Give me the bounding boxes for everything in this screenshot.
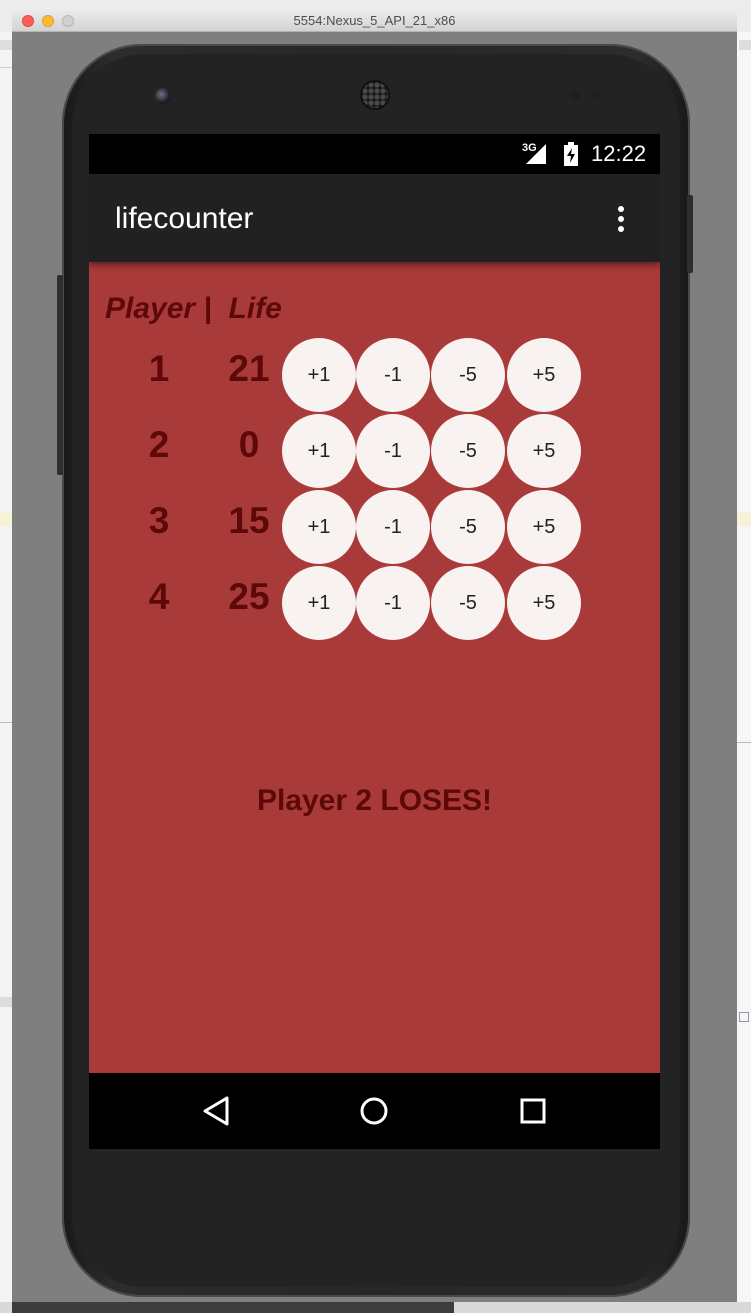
background-bottom-dark: [12, 1302, 454, 1313]
minus-five-button[interactable]: -5: [431, 566, 505, 640]
table-header: Player | Life: [105, 292, 282, 325]
recents-icon[interactable]: [515, 1093, 551, 1129]
battery-charging-icon: [564, 142, 578, 166]
minus-five-button[interactable]: -5: [431, 414, 505, 488]
life-total: 21: [228, 348, 270, 389]
minus-one-button[interactable]: -1: [356, 338, 430, 412]
phone-screen: 3G 12:22 lifecounter Player | Life 1 21 …: [89, 134, 660, 1149]
life-total: 15: [228, 500, 270, 541]
plus-five-button[interactable]: +5: [507, 414, 581, 488]
signal-icon: [526, 144, 546, 164]
app-bar: lifecounter: [89, 174, 660, 262]
minus-five-button[interactable]: -5: [431, 338, 505, 412]
app-title: lifecounter: [115, 202, 254, 235]
status-bar: 3G 12:22: [89, 134, 660, 174]
plus-one-button[interactable]: +1: [282, 490, 356, 564]
plus-five-button[interactable]: +5: [507, 490, 581, 564]
plus-one-button[interactable]: +1: [282, 338, 356, 412]
life-total: 25: [228, 576, 270, 617]
player-number: 4: [148, 576, 170, 617]
phone-power-button: [687, 195, 693, 273]
minus-five-button[interactable]: -5: [431, 490, 505, 564]
plus-five-button[interactable]: +5: [507, 566, 581, 640]
proximity-sensor: [570, 90, 580, 100]
player-number: 2: [148, 424, 170, 465]
light-sensor: [590, 90, 600, 100]
navigation-bar: [89, 1073, 660, 1149]
front-camera: [155, 88, 171, 104]
game-status-message: Player 2 LOSES!: [256, 784, 493, 817]
plus-one-button[interactable]: +1: [282, 566, 356, 640]
earpiece-speaker: [360, 80, 390, 110]
overflow-menu-icon[interactable]: [609, 204, 633, 234]
main-content: Player | Life 1 21 +1 -1 -5 +5 2 0 +1 -1…: [89, 262, 660, 1073]
minus-one-button[interactable]: -1: [356, 414, 430, 488]
minus-one-button[interactable]: -1: [356, 490, 430, 564]
status-clock: 12:22: [591, 141, 647, 166]
background-window-right: [737, 32, 751, 1302]
player-number: 3: [148, 500, 170, 541]
minus-one-button[interactable]: -1: [356, 566, 430, 640]
home-icon[interactable]: [356, 1093, 392, 1129]
life-total: 0: [238, 424, 260, 465]
emulator-titlebar: 5554:Nexus_5_API_21_x86: [12, 10, 737, 32]
plus-five-button[interactable]: +5: [507, 338, 581, 412]
background-window-left: [0, 32, 12, 1302]
back-icon[interactable]: [199, 1093, 235, 1129]
plus-one-button[interactable]: +1: [282, 414, 356, 488]
window-title: 5554:Nexus_5_API_21_x86: [293, 13, 456, 28]
player-number: 1: [148, 348, 170, 389]
phone-volume-button: [57, 275, 63, 475]
